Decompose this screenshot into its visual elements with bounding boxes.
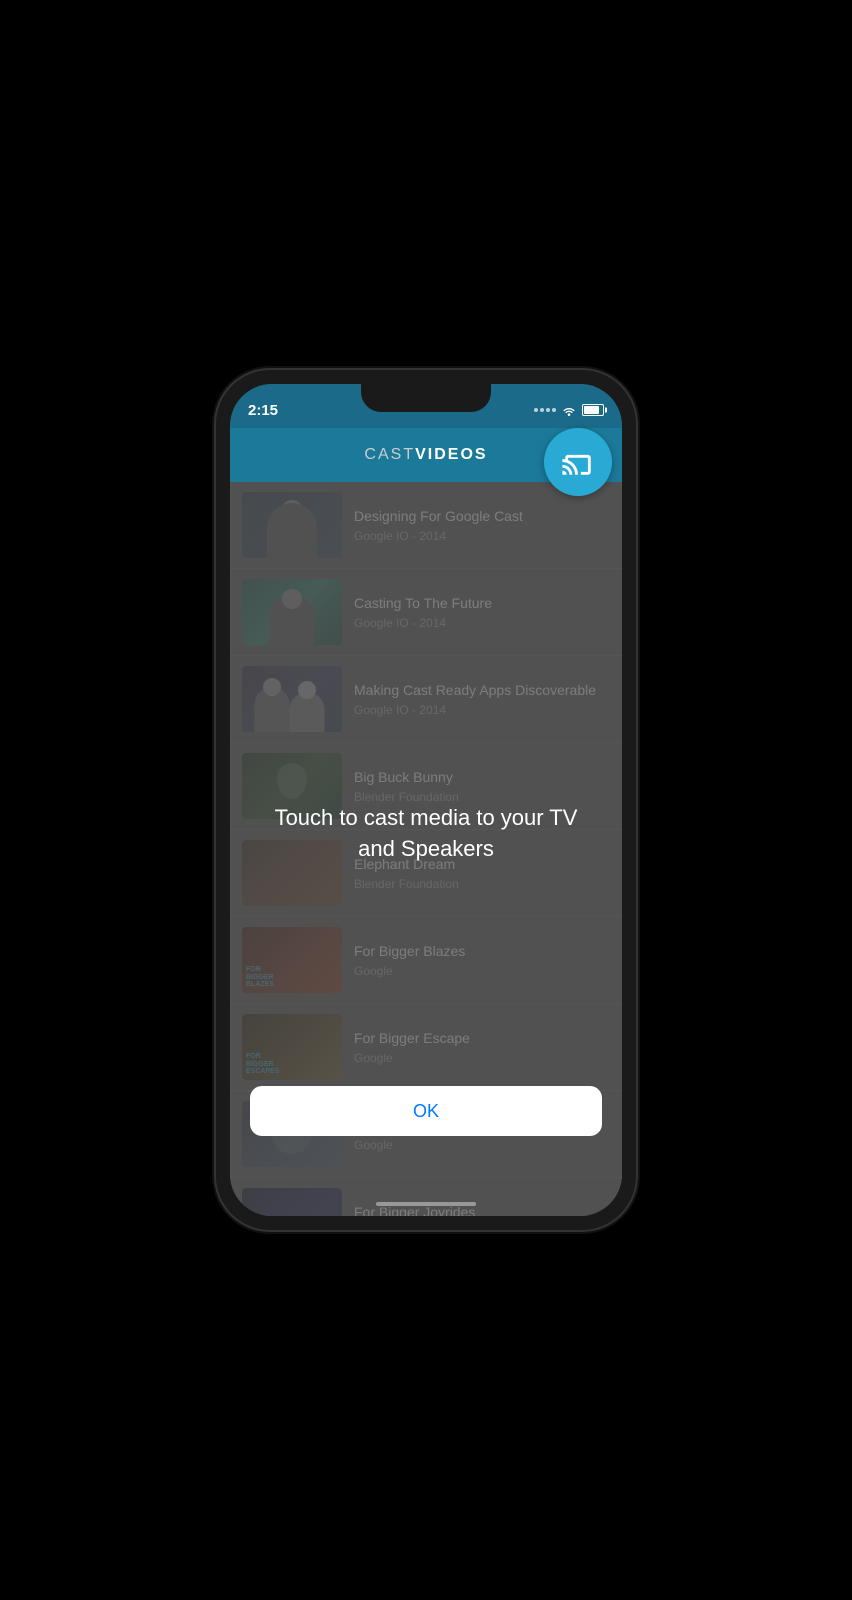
signal-dot-3 — [546, 408, 550, 412]
ok-button[interactable]: OK — [250, 1086, 602, 1136]
battery-fill — [584, 406, 599, 414]
home-indicator[interactable] — [376, 1202, 476, 1206]
cast-icon — [561, 445, 595, 479]
phone-frame: 2:15 CASTVIDEOS — [216, 370, 636, 1230]
phone-screen: 2:15 CASTVIDEOS — [230, 384, 622, 1216]
cast-button[interactable] — [544, 428, 612, 496]
app-title-videos: VIDEOS — [415, 446, 487, 463]
signal-dot-4 — [552, 408, 556, 412]
ok-button-label: OK — [413, 1101, 439, 1122]
status-icons — [534, 404, 604, 416]
overlay-message: Touch to cast media to your TV and Speak… — [230, 803, 622, 865]
wifi-icon — [561, 404, 577, 416]
battery-icon — [582, 404, 604, 416]
signal-dots — [534, 408, 556, 412]
app-title: CASTVIDEOS — [364, 446, 487, 464]
notch — [361, 384, 491, 412]
app-title-cast: CAST — [364, 446, 415, 463]
status-time: 2:15 — [248, 402, 278, 419]
signal-dot-1 — [534, 408, 538, 412]
signal-dot-2 — [540, 408, 544, 412]
